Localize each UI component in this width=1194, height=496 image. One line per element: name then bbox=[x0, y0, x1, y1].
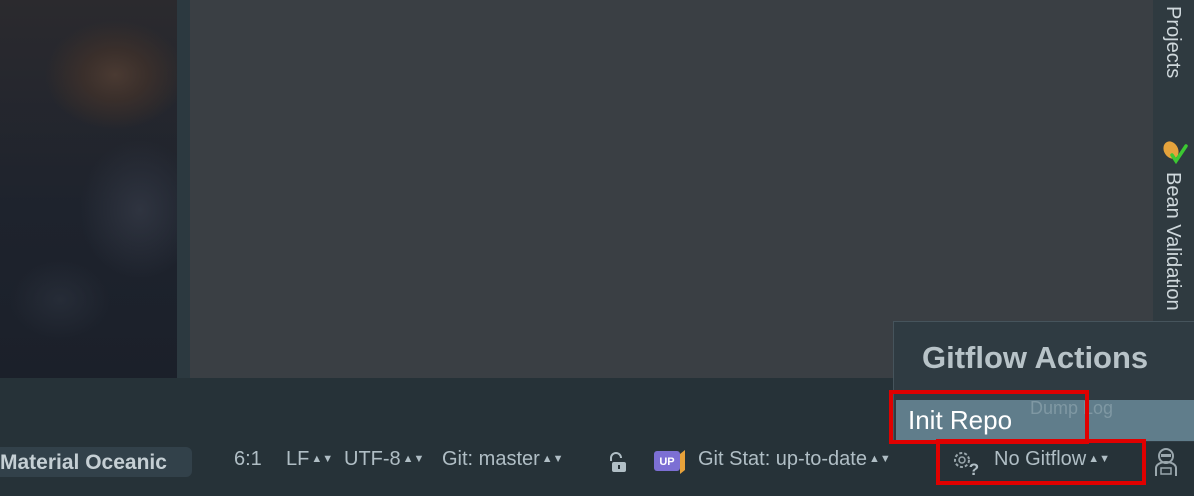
sidebar-tab-projects[interactable]: Projects bbox=[1161, 6, 1184, 78]
highlight-box-gitflow bbox=[936, 439, 1146, 485]
git-branch-label: Git: master bbox=[442, 448, 540, 470]
updown-arrows-icon: ▲▼ bbox=[402, 453, 425, 465]
updown-arrows-icon: ▲▼ bbox=[311, 453, 334, 465]
popup-title: Gitflow Actions bbox=[922, 340, 1149, 375]
git-stat-widget[interactable]: Git Stat: up-to-date ▲▼ bbox=[698, 448, 891, 471]
encoding-label: UTF-8 bbox=[344, 448, 401, 470]
git-stat-up-icon[interactable]: UP bbox=[652, 448, 686, 476]
background-image-panel bbox=[0, 0, 177, 378]
updown-badge-label: UP bbox=[659, 456, 674, 468]
git-branch-widget[interactable]: Git: master ▲▼ bbox=[442, 448, 564, 471]
encoding-widget[interactable]: UTF-8 ▲▼ bbox=[344, 448, 424, 471]
panel-divider[interactable] bbox=[177, 0, 190, 378]
hector-inspector-icon[interactable] bbox=[1152, 446, 1182, 478]
theme-label: Material Oceanic bbox=[0, 451, 167, 474]
git-stat-label: Git Stat: up-to-date bbox=[698, 448, 867, 470]
sidebar-tab-bean-validation[interactable]: Bean Validation bbox=[1161, 172, 1184, 311]
lock-icon[interactable] bbox=[608, 452, 628, 474]
updown-arrows-icon: ▲▼ bbox=[541, 453, 564, 465]
caret-position[interactable]: 6:1 bbox=[234, 448, 262, 471]
highlight-box-init-repo bbox=[889, 390, 1089, 444]
line-separator-widget[interactable]: LF ▲▼ bbox=[286, 448, 333, 471]
bean-validation-icon bbox=[1163, 141, 1188, 165]
line-separator-label: LF bbox=[286, 448, 310, 470]
updown-arrows-icon: ▲▼ bbox=[868, 453, 891, 465]
